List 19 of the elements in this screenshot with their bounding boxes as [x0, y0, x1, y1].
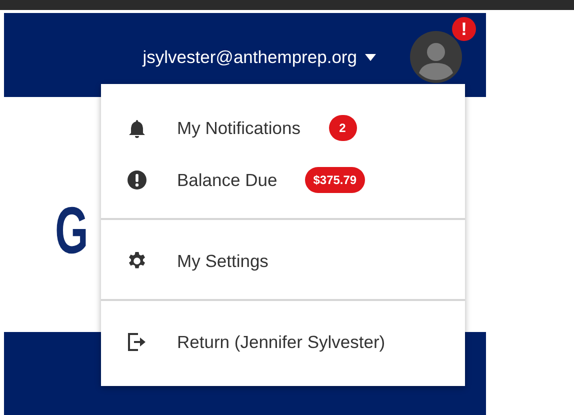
menu-label: Return (Jennifer Sylvester)	[177, 332, 386, 352]
menu-item[interactable]: Return (Jennifer Sylvester)	[101, 316, 465, 368]
menu-item[interactable]: Balance Due $375.79	[101, 154, 465, 206]
caret-icon	[365, 54, 376, 60]
menu-item[interactable]: My Notifications 2	[101, 102, 465, 154]
count-badge: $375.79	[305, 167, 365, 193]
menu-label: Balance Due	[177, 170, 278, 190]
settings-icon	[127, 251, 147, 271]
bell-icon	[127, 118, 147, 138]
logo-text: G	[55, 197, 88, 263]
avatar-icon[interactable]	[410, 31, 462, 83]
exit-icon	[127, 332, 147, 352]
alert-badge: !	[452, 17, 476, 41]
account-dropdown[interactable]: jsylvester@anthemprep.org	[142, 46, 376, 68]
count-badge: 2	[328, 115, 357, 141]
menu-label: My Notifications	[177, 118, 301, 138]
alert-icon	[127, 170, 147, 190]
menu-label: My Settings	[177, 250, 268, 272]
menu-item[interactable]: My Settings	[101, 235, 465, 287]
